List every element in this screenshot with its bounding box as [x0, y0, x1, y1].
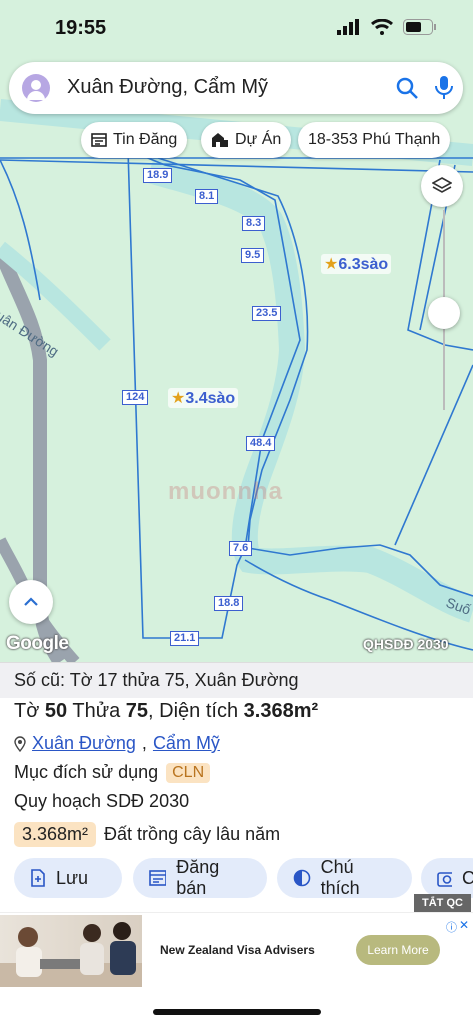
post-sale-label: Đăng bán — [176, 857, 220, 898]
chip-du-an[interactable]: Dự Án — [201, 122, 292, 158]
plan-label: Quy hoạch SDĐ 2030 — [14, 791, 190, 811]
purpose-row: Mục đích sử dụng CLN — [14, 762, 211, 783]
thua-label: Thửa — [72, 700, 121, 722]
area-tag: 3.368m² — [14, 822, 97, 847]
layers-icon — [432, 177, 452, 193]
chip-label: Tin Đăng — [113, 131, 178, 148]
location-pin-icon — [14, 735, 26, 752]
search-icon[interactable] — [395, 76, 419, 100]
home-indicator — [153, 1009, 321, 1015]
star-icon: ★ — [324, 256, 339, 273]
area-label: , Diện tích — [148, 700, 239, 722]
collapse-button[interactable] — [9, 580, 53, 624]
ad-close-icon[interactable]: ✕ — [459, 918, 469, 932]
save-button[interactable]: Lưu — [14, 858, 122, 898]
land-use-desc: Đất trồng cây lâu năm — [104, 824, 281, 844]
signal-icon — [337, 19, 359, 35]
post-sale-button[interactable]: Đăng bán — [133, 857, 267, 898]
segment-label: 21.1 — [170, 631, 200, 646]
chip-location[interactable]: 18-353 Phú Thạnh — [298, 122, 451, 158]
ad-image — [0, 915, 142, 987]
parcel-number: 75 — [125, 700, 149, 722]
action-bar: Lưu Đăng bán Chú thích C — [0, 857, 473, 902]
segment-label: 9.5 — [241, 248, 265, 263]
chip-label: 18-353 Phú Thạnh — [308, 131, 441, 148]
segment-label: 18.8 — [214, 596, 244, 611]
close-ad-button[interactable]: TẮT QC — [414, 894, 471, 912]
segment-label: 8.1 — [195, 189, 219, 204]
area-value: 3.368m² — [243, 700, 319, 722]
watermark: muonnha — [168, 478, 283, 505]
sheet-number: 50 — [44, 700, 68, 722]
parcel-area-label[interactable]: ★3.4sào — [168, 388, 239, 408]
chip-label: Dự Án — [235, 131, 282, 148]
screenshot-label: C — [462, 867, 473, 888]
screenshot-button[interactable]: C — [421, 858, 473, 898]
save-label: Lưu — [56, 867, 89, 888]
purpose-tag: CLN — [166, 762, 211, 783]
listing-icon — [91, 133, 107, 147]
legend-button[interactable]: Chú thích — [277, 857, 412, 898]
listing-icon — [149, 870, 167, 886]
avatar[interactable] — [22, 74, 50, 102]
address-separator: , — [141, 733, 147, 753]
parcel-title: Tờ 50 Thửa 75, Diện tích 3.368m² — [14, 700, 318, 723]
parcel-area-value: 3.4sào — [185, 390, 236, 407]
legend-label: Chú thích — [320, 857, 360, 898]
land-use-row: 3.368m² Đất trồng cây lâu năm — [14, 822, 280, 847]
google-logo: Google — [6, 633, 69, 654]
chevron-up-icon — [24, 597, 38, 606]
segment-label: 48.4 — [246, 436, 276, 451]
ad-cta-button[interactable]: Learn More — [356, 935, 440, 965]
ad-title: New Zealand Visa Advisers — [160, 943, 315, 957]
ad-banner[interactable]: New Zealand Visa Advisers Learn More ⓘ ✕ — [0, 912, 473, 988]
status-bar: 19:55 — [0, 0, 473, 56]
star-icon: ★ — [171, 390, 186, 407]
segment-label: 124 — [122, 390, 149, 405]
parcel-area-value: 6.3sào — [338, 256, 389, 273]
layer-label: QHSDĐ 2030 — [363, 636, 449, 652]
chip-tin-dang[interactable]: Tin Đăng — [81, 122, 188, 158]
opacity-slider-knob[interactable] — [428, 297, 460, 329]
purpose-label: Mục đích sử dụng — [14, 762, 159, 782]
save-icon — [31, 869, 45, 887]
ad-info-icon[interactable]: ⓘ — [446, 919, 457, 935]
title-prefix: Tờ — [14, 700, 40, 722]
segment-label: 23.5 — [252, 306, 282, 321]
old-parcel-info: Số cũ: Tờ 17 thửa 75, Xuân Đường — [0, 662, 473, 698]
wifi-icon — [371, 19, 393, 35]
buildings-icon — [212, 133, 228, 147]
ad-photo — [0, 922, 142, 987]
contrast-icon — [293, 869, 311, 887]
status-time: 19:55 — [55, 17, 107, 39]
layers-button[interactable] — [421, 165, 463, 207]
parcel-area-label[interactable]: ★6.3sào — [321, 254, 392, 274]
status-icons — [337, 19, 437, 35]
segment-label: 18.9 — [143, 168, 173, 183]
address-link-commune[interactable]: Xuân Đường — [32, 733, 136, 754]
battery-icon — [403, 19, 436, 35]
search-bar[interactable]: Xuân Đường, Cẩm Mỹ — [9, 62, 463, 114]
search-input[interactable]: Xuân Đường, Cẩm Mỹ — [67, 76, 268, 99]
address-link-district[interactable]: Cẩm Mỹ — [153, 733, 220, 754]
microphone-icon[interactable] — [434, 75, 454, 101]
segment-label: 7.6 — [229, 541, 253, 556]
address-row: Xuân Đường, Cẩm Mỹ — [14, 733, 220, 754]
segment-label: 8.3 — [242, 216, 266, 231]
camera-icon — [437, 872, 452, 887]
